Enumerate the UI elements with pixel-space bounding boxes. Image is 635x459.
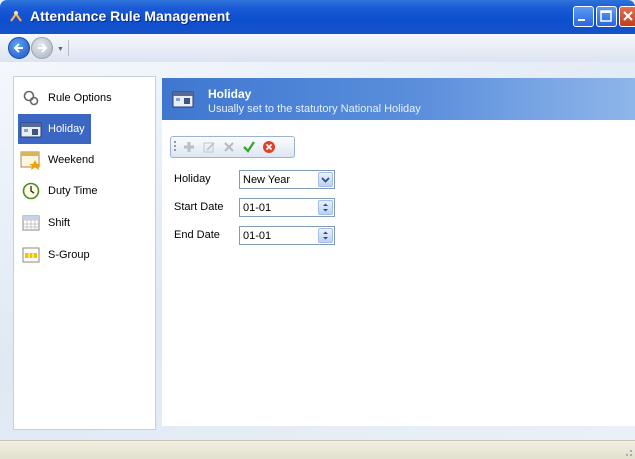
holiday-calendar-icon (172, 91, 194, 108)
arrow-right-icon (38, 43, 48, 53)
nav-item-label: S-Group (48, 249, 90, 261)
back-button[interactable] (8, 37, 30, 59)
forward-button[interactable] (31, 37, 53, 59)
group-grid-icon (18, 245, 44, 265)
status-bar (0, 440, 635, 459)
delete-button[interactable] (220, 139, 238, 155)
delete-icon (224, 142, 234, 152)
nav-item-rule-options[interactable]: Rule Options (18, 83, 112, 113)
nav-item-label: Shift (48, 217, 71, 229)
add-button[interactable] (180, 139, 198, 155)
nav-item-label: Duty Time (48, 185, 98, 197)
holiday-select[interactable]: New Year (239, 170, 335, 189)
close-icon (623, 11, 633, 21)
panel-title: Holiday (208, 87, 252, 101)
nav-item-label: Rule Options (48, 92, 112, 104)
navigation-bar: ▼ (0, 34, 635, 63)
dropdown-button[interactable] (318, 172, 333, 187)
nav-item-label: Holiday (48, 123, 85, 135)
end-date-label: End Date (174, 229, 220, 241)
nav-item-shift[interactable]: Shift (18, 208, 70, 238)
nav-item-label: Weekend (48, 154, 95, 166)
add-icon (184, 142, 194, 152)
start-date-spinner[interactable]: 01-01 (239, 198, 335, 217)
gears-icon (18, 88, 44, 108)
rule-nav-panel: Rule Options Holiday Weekend Duty Time S… (13, 76, 156, 430)
chevron-down-icon (321, 177, 330, 183)
start-date-label: Start Date (174, 201, 224, 213)
clock-icon (18, 181, 44, 201)
cancel-icon (263, 141, 275, 153)
window-title: Attendance Rule Management (30, 8, 230, 24)
holiday-select-value: New Year (243, 174, 291, 186)
minimize-button[interactable] (573, 6, 594, 27)
nav-item-holiday[interactable]: Holiday (18, 114, 91, 144)
end-date-spinner[interactable]: 01-01 (239, 226, 335, 245)
save-button[interactable] (240, 139, 258, 155)
resize-grip-icon[interactable] (623, 447, 633, 457)
end-date-value: 01-01 (243, 230, 272, 242)
maximize-button[interactable] (596, 6, 617, 27)
panel-subtitle: Usually set to the statutory National Ho… (208, 103, 421, 115)
holiday-label: Holiday (174, 173, 211, 185)
nav-item-weekend[interactable]: Weekend (18, 145, 94, 175)
edit-button[interactable] (200, 139, 218, 155)
app-icon (10, 11, 22, 22)
minimize-icon (578, 19, 585, 21)
start-date-value: 01-01 (243, 202, 272, 214)
arrow-left-icon (13, 43, 23, 53)
spin-arrows-icon (323, 231, 328, 240)
weekend-calendar-icon (18, 150, 44, 170)
nav-item-s-group[interactable]: S-Group (18, 240, 90, 270)
nav-item-duty-time[interactable]: Duty Time (18, 176, 98, 206)
spin-buttons[interactable] (318, 200, 333, 215)
maximize-icon (600, 10, 612, 22)
close-button[interactable] (619, 6, 635, 27)
save-check-icon (243, 141, 255, 153)
panel-header: Holiday Usually set to the statutory Nat… (162, 78, 635, 120)
holiday-calendar-icon (18, 119, 44, 139)
toolbar-grip[interactable] (174, 141, 176, 153)
spin-buttons[interactable] (318, 228, 333, 243)
history-dropdown-icon[interactable]: ▼ (57, 46, 64, 53)
spin-arrows-icon (323, 203, 328, 212)
cancel-button[interactable] (260, 139, 278, 155)
nav-separator (68, 40, 69, 56)
title-bar[interactable]: Attendance Rule Management (0, 0, 635, 34)
shift-grid-icon (18, 213, 44, 233)
holiday-panel: Holiday Usually set to the statutory Nat… (162, 78, 635, 426)
record-toolbar (170, 136, 295, 158)
edit-icon (203, 142, 215, 153)
